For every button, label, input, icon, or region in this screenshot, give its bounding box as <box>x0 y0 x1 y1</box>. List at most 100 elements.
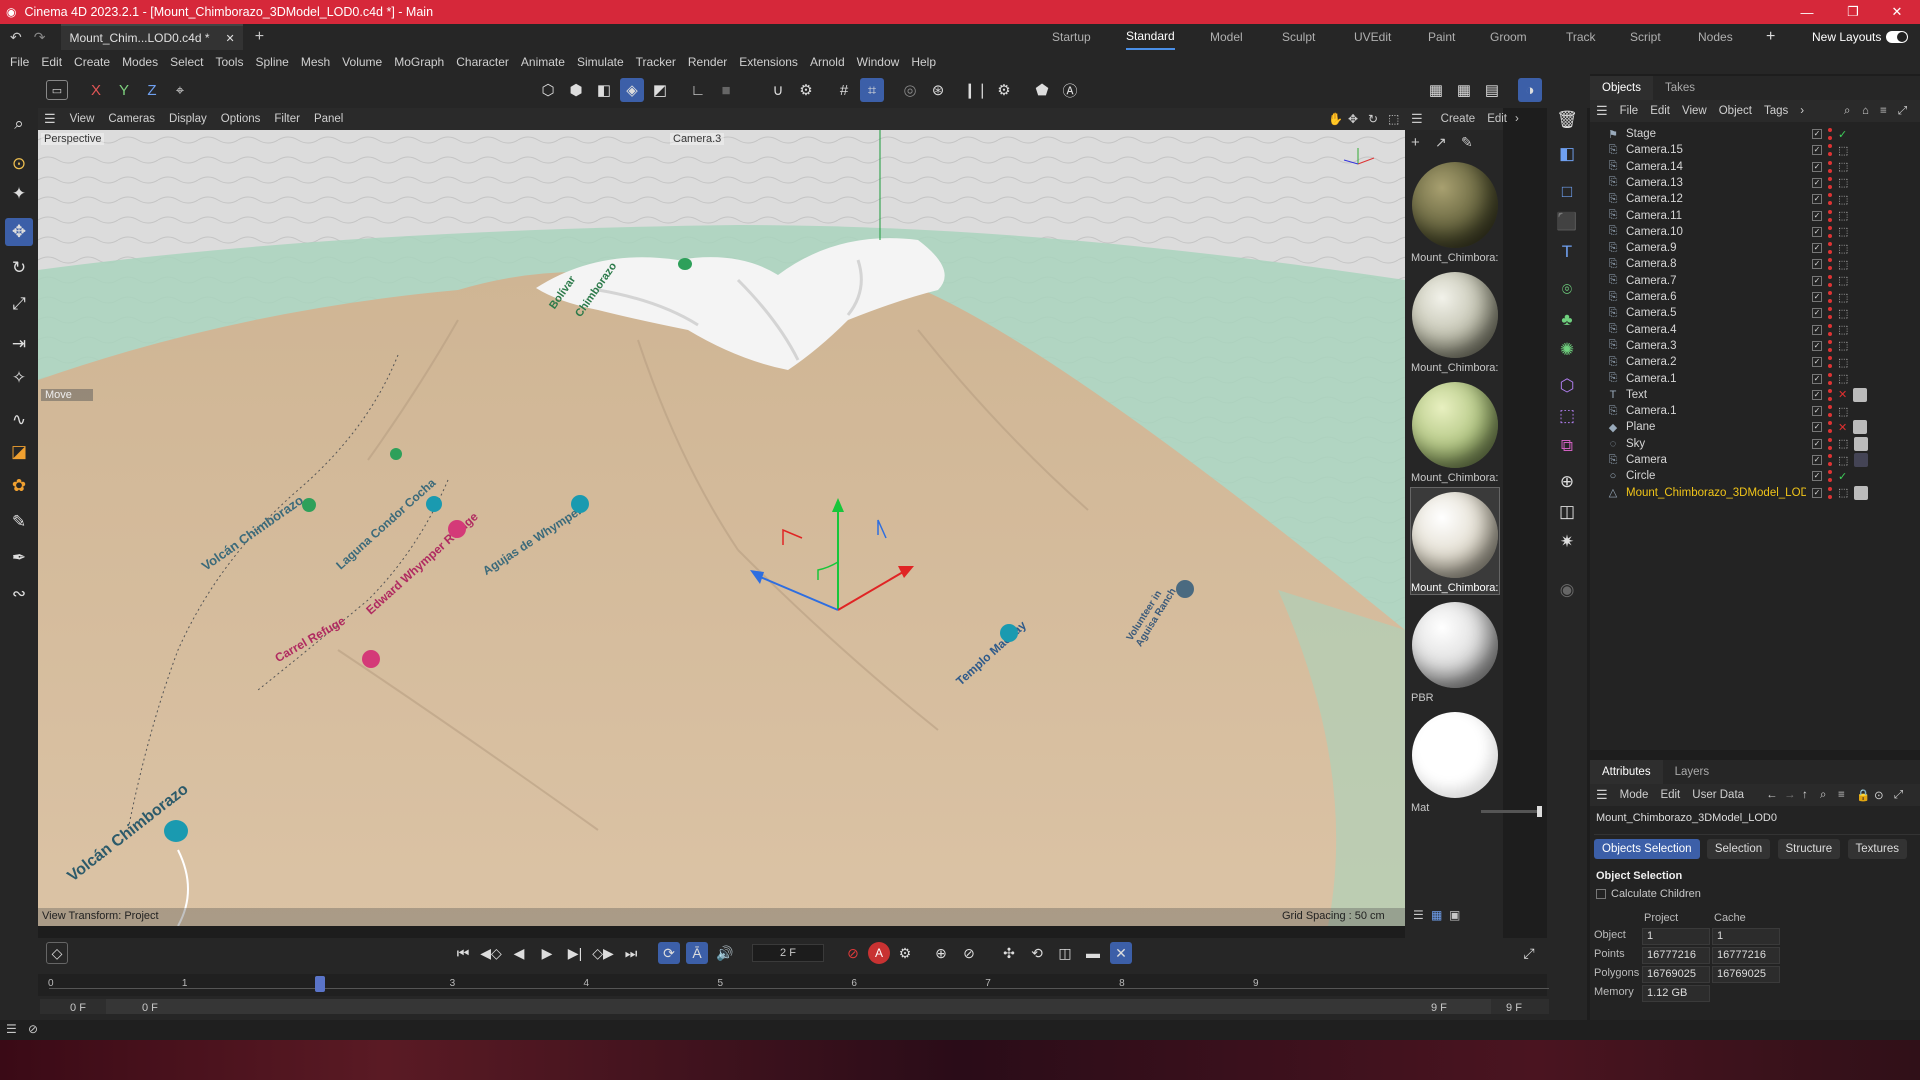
axis-mode-icon[interactable]: ∟ <box>686 78 710 102</box>
attributes-menu-mode[interactable]: Mode <box>1620 789 1649 801</box>
visibility-dots[interactable] <box>1828 405 1832 418</box>
transfer-tool-icon[interactable]: ⇥ <box>5 330 33 358</box>
timeline-tool-icon[interactable]: ✕ <box>1110 942 1132 964</box>
menu-help[interactable]: Help <box>905 55 942 69</box>
material-menu-create[interactable]: Create <box>1441 113 1476 125</box>
visibility-dots[interactable] <box>1828 307 1832 320</box>
visibility-dots[interactable] <box>1828 454 1832 466</box>
model-object-mode-icon[interactable]: ◈ <box>620 78 644 102</box>
visibility-dots[interactable] <box>1828 274 1832 287</box>
environment-icon[interactable]: ⊕ <box>1553 468 1581 496</box>
render-view-panel-icon[interactable]: ◧ <box>1553 140 1581 168</box>
viewport-menu-filter[interactable]: Filter <box>274 113 300 125</box>
text-object-icon[interactable]: T <box>1553 238 1581 266</box>
layer-checkbox[interactable]: ✓ <box>1812 308 1822 319</box>
maximize-view-icon[interactable]: ⬚ <box>1388 112 1399 126</box>
next-key-icon[interactable]: ◇▶ <box>592 942 614 964</box>
calculate-children-row[interactable]: Calculate Children <box>1596 888 1701 900</box>
calculate-children-checkbox[interactable] <box>1596 889 1606 899</box>
rotate-tool-icon[interactable]: ↻ <box>5 254 33 282</box>
menu-file[interactable]: File <box>4 55 35 69</box>
render-icon[interactable]: ❙❘ <box>963 78 988 102</box>
up-arrow-icon[interactable]: ↑ <box>1802 789 1808 801</box>
viewport-menu-view[interactable]: View <box>70 113 95 125</box>
record-icon[interactable]: ⊘ <box>842 942 864 964</box>
brush-tool-icon[interactable]: ✎ <box>5 508 33 536</box>
dropper-icon[interactable]: ✎ <box>1461 134 1473 151</box>
camera-target-icon[interactable]: ⬚ <box>1838 356 1848 369</box>
expand-panel-icon[interactable]: ⤢ <box>1894 789 1903 802</box>
effector-icon[interactable]: ⬚ <box>1553 402 1581 430</box>
material-swatch[interactable]: Mount_Chimbora: <box>1411 378 1499 484</box>
snap-settings-icon[interactable]: ⚙ <box>794 78 818 102</box>
tweak-mode-icon[interactable]: ■ <box>714 78 738 102</box>
enabled-check-icon[interactable]: ✓ <box>1838 470 1847 483</box>
camera-target-icon[interactable]: ⬚ <box>1838 437 1848 450</box>
attributes-hamburger-icon[interactable]: ☰ <box>1596 787 1608 803</box>
visibility-dots[interactable] <box>1828 421 1832 434</box>
model-mode-icon[interactable]: ▭ <box>46 80 68 100</box>
link-material-icon[interactable]: ↗ <box>1435 134 1447 151</box>
viewport-menu-cameras[interactable]: Cameras <box>108 113 155 125</box>
snap-icon[interactable]: ∪ <box>766 78 790 102</box>
camera-target-icon[interactable]: ⬚ <box>1838 454 1848 467</box>
status-check-icon[interactable]: ⊘ <box>28 1022 38 1036</box>
trash-icon[interactable]: 🗑 <box>1553 106 1581 134</box>
objects-menu-file[interactable]: File <box>1620 105 1639 117</box>
visibility-dots[interactable] <box>1828 470 1832 483</box>
menu-spline[interactable]: Spline <box>249 55 294 69</box>
objects-menu-edit[interactable]: Edit <box>1650 105 1670 117</box>
layout-paint[interactable]: Paint <box>1428 24 1455 50</box>
menu-animate[interactable]: Animate <box>515 55 571 69</box>
layer-checkbox[interactable]: ✓ <box>1812 324 1822 335</box>
camera-target-icon[interactable]: ⬚ <box>1838 160 1848 173</box>
objects-hamburger-icon[interactable]: ☰ <box>1596 103 1608 119</box>
console-icon[interactable]: ☰ <box>6 1022 17 1036</box>
attributes-menu-user-data[interactable]: User Data <box>1692 789 1744 801</box>
disabled-x-icon[interactable]: ✕ <box>1838 388 1847 401</box>
undo-icon[interactable]: ↶ <box>10 29 22 46</box>
go-to-end-icon[interactable]: ⏭ <box>620 942 642 964</box>
spline-object-icon[interactable]: ⌾ <box>1553 276 1581 304</box>
tab-objects[interactable]: Objects <box>1590 76 1653 100</box>
visibility-dots[interactable] <box>1828 388 1832 401</box>
key-settings-icon[interactable]: ⚙ <box>894 942 916 964</box>
menu-tools[interactable]: Tools <box>209 55 249 69</box>
scale-tool-icon[interactable]: ⤢ <box>5 290 33 318</box>
structure-button[interactable]: Structure <box>1777 839 1841 859</box>
viewport-menu-options[interactable]: Options <box>221 113 261 125</box>
visibility-dots[interactable] <box>1828 356 1832 369</box>
transform-gizmo[interactable] <box>738 480 938 650</box>
search-icon[interactable]: ⌕ <box>1820 789 1826 802</box>
extrude-tool-icon[interactable]: ◪ <box>5 438 33 466</box>
cube-object-icon[interactable]: ⬛ <box>1553 208 1581 236</box>
objects-menu-view[interactable]: View <box>1682 105 1707 117</box>
visibility-dots[interactable] <box>1828 193 1832 206</box>
start-frame-field[interactable]: 0 F <box>58 1002 98 1014</box>
camera-target-icon[interactable]: ⬚ <box>1838 274 1848 287</box>
list-view-icon[interactable]: ☰ <box>1413 908 1424 922</box>
layout-startup[interactable]: Startup <box>1052 24 1091 50</box>
light-icon[interactable]: ✷ <box>1553 528 1581 556</box>
layer-checkbox[interactable]: ✓ <box>1812 406 1822 417</box>
menu-extensions[interactable]: Extensions <box>733 55 804 69</box>
object-row[interactable]: △ Mount_Chimborazo_3DModel_LOD0 ✓ ⬚ <box>1590 483 1920 503</box>
back-arrow-icon[interactable]: ← <box>1766 789 1778 801</box>
enabled-check-icon[interactable]: ✓ <box>1838 128 1847 141</box>
layer-checkbox[interactable]: ✓ <box>1812 357 1822 368</box>
motion-system-icon[interactable]: ▬ <box>1082 942 1104 964</box>
menu-modes[interactable]: Modes <box>116 55 164 69</box>
auto-key-timeline-icon[interactable]: Ā <box>686 942 708 964</box>
end-frame-field[interactable]: 9 F <box>1494 1002 1534 1014</box>
visibility-dots[interactable] <box>1828 291 1832 303</box>
add-material-icon[interactable]: + <box>1411 134 1420 151</box>
layer-checkbox[interactable]: ✓ <box>1812 210 1822 221</box>
menu-mograph[interactable]: MoGraph <box>388 55 450 69</box>
material-tag-icon[interactable] <box>1854 485 1869 500</box>
visibility-dots[interactable] <box>1828 160 1832 173</box>
field-icon[interactable]: ⬡ <box>1553 372 1581 400</box>
move-tool-icon[interactable]: ✥ <box>5 218 33 246</box>
material-tag-icon[interactable] <box>1854 436 1869 451</box>
minimize-button[interactable]: — <box>1784 0 1830 24</box>
workplane-icon[interactable]: ⌗ <box>860 78 884 102</box>
